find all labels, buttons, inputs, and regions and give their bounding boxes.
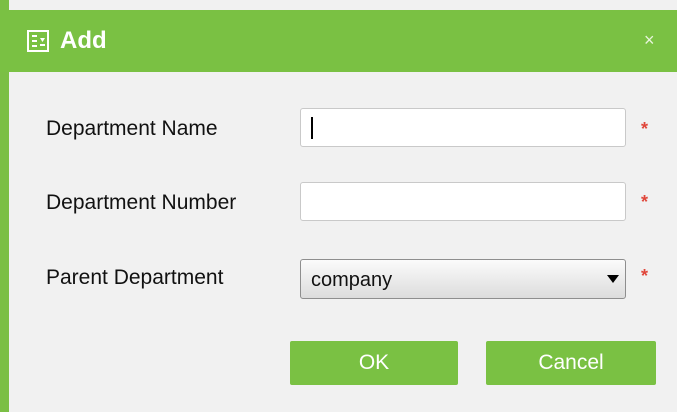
required-marker: * [641,119,649,139]
dialog-title: Add [60,27,107,54]
department-number-field[interactable] [300,182,626,221]
close-icon[interactable]: × [644,30,655,50]
parent-department-select[interactable]: company [300,259,626,299]
parent-department-value: company [311,269,393,291]
department-name-label: Department Name [46,117,218,140]
required-marker: * [641,192,649,212]
department-name-field[interactable] [300,108,626,147]
department-form-icon [27,30,49,52]
required-marker: * [641,266,649,286]
department-number-input[interactable] [301,183,625,220]
add-department-dialog: Add × Department Name * Department Numbe… [0,0,677,412]
cancel-button[interactable]: Cancel [486,341,656,385]
department-number-label: Department Number [46,191,237,214]
text-caret [311,117,313,139]
department-name-input[interactable] [301,109,625,146]
parent-department-label: Parent Department [46,266,224,289]
dialog-titlebar[interactable]: Add × [0,10,677,72]
dropdown-arrow-icon[interactable] [607,275,619,283]
ok-button[interactable]: OK [290,341,458,385]
